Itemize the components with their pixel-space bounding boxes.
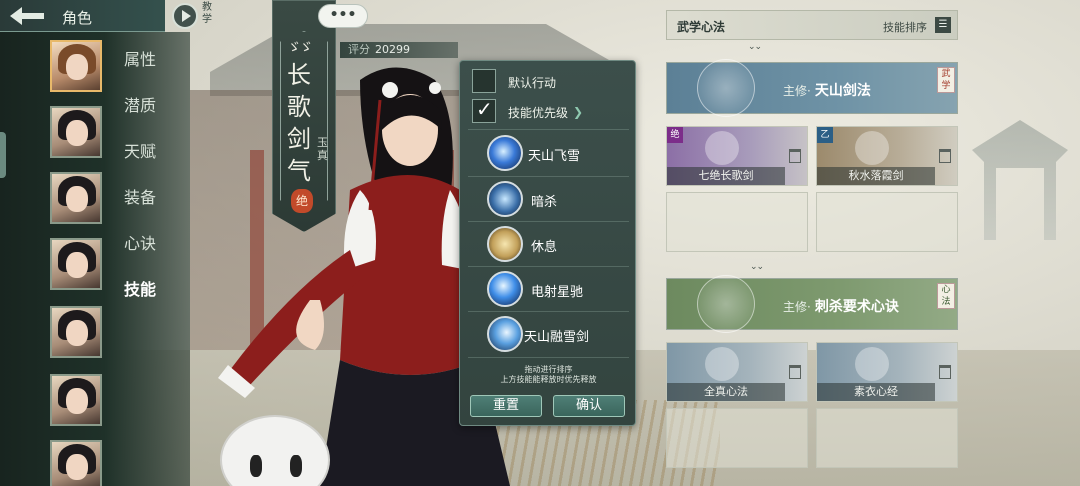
empty-inner-art-slot[interactable] bbox=[666, 408, 808, 468]
character-portrait[interactable] bbox=[50, 106, 102, 158]
swordsman-figure-icon bbox=[855, 131, 889, 165]
tutorial-label: 教学 bbox=[202, 2, 212, 25]
inner-tag: 心法 bbox=[937, 283, 955, 309]
skill-name: 电射星驰 bbox=[531, 285, 584, 300]
martial-arts-title: 武学心法 bbox=[677, 20, 726, 34]
snowman-eye bbox=[250, 455, 262, 477]
rarity-badge: 绝 bbox=[667, 127, 683, 143]
trash-icon[interactable] bbox=[939, 365, 951, 379]
slot-name: 素衣心经 bbox=[817, 383, 935, 401]
rarity-badge: 乙 bbox=[817, 127, 833, 143]
character-portrait[interactable] bbox=[50, 306, 102, 358]
character-school: 玉真 bbox=[317, 136, 328, 162]
skill-priority-checkbox[interactable] bbox=[472, 97, 496, 123]
page-title: 角色 bbox=[62, 9, 93, 27]
empty-sword-art-slot[interactable] bbox=[816, 192, 958, 252]
skill-name: 天山飞雪 bbox=[528, 149, 581, 164]
character-name-banner: ゞゞ 长歌剑气 玉真 绝 bbox=[272, 0, 336, 232]
slot-name: 秋水落霞剑 bbox=[817, 167, 935, 185]
confirm-button[interactable]: 确认 bbox=[553, 395, 625, 417]
main-inner-art-card[interactable]: 主修· 刺杀要术心诀 心法 bbox=[666, 275, 958, 333]
sword-thrust-icon bbox=[487, 135, 523, 171]
martial-tag: 武学 bbox=[937, 67, 955, 93]
skill-name: 暗杀 bbox=[531, 195, 558, 210]
skill-priority-item[interactable]: 休息 bbox=[460, 222, 637, 266]
bird-decoration: ⌄⌄ bbox=[748, 42, 762, 52]
skill-priority-item[interactable]: 天山融雪剑 bbox=[460, 312, 637, 356]
skill-name: 天山融雪剑 bbox=[524, 330, 590, 345]
skill-priority-item[interactable]: 天山飞雪 bbox=[460, 131, 637, 175]
main-sword-art-name: 天山剑法 bbox=[814, 83, 871, 99]
score-bar: 评分 20299 bbox=[340, 42, 458, 58]
swordsman-emblem-icon bbox=[697, 59, 755, 117]
skill-sort-button[interactable]: 技能排序 bbox=[883, 19, 927, 35]
character-portrait[interactable] bbox=[50, 374, 102, 426]
score-value: 20299 bbox=[375, 43, 410, 56]
menu-item-talent[interactable]: 天赋 bbox=[124, 138, 156, 162]
character-portrait[interactable] bbox=[50, 440, 102, 486]
meditation-icon bbox=[487, 226, 523, 262]
main-prefix: 主修· bbox=[783, 84, 811, 98]
trash-icon[interactable] bbox=[789, 149, 801, 163]
character-portrait[interactable] bbox=[50, 238, 102, 290]
chat-bubble-button[interactable]: ••• bbox=[318, 4, 368, 28]
main-sword-art-card[interactable]: 主修· 天山剑法 武学 bbox=[666, 59, 958, 117]
snowman-eye bbox=[290, 455, 302, 477]
inner-art-slot[interactable]: 全真心法 bbox=[666, 342, 808, 402]
skill-priority-label: 技能优先级 bbox=[508, 106, 569, 120]
meditating-figure-icon bbox=[855, 347, 889, 381]
slot-name: 七绝长歌剑 bbox=[667, 167, 785, 185]
character-portrait[interactable] bbox=[50, 40, 102, 92]
martial-arts-header: 武学心法 技能排序 ☰ bbox=[666, 10, 958, 40]
trash-icon[interactable] bbox=[939, 149, 951, 163]
sidebar-collapse-handle[interactable] bbox=[0, 132, 6, 178]
menu-item-mind-formula[interactable]: 心诀 bbox=[124, 230, 156, 254]
slot-name: 全真心法 bbox=[667, 383, 785, 401]
trash-icon[interactable] bbox=[789, 365, 801, 379]
menu-item-skills[interactable]: 技能 bbox=[124, 276, 156, 300]
star-marks: ゞゞ bbox=[287, 40, 313, 56]
swordsman-figure-icon bbox=[705, 131, 739, 165]
default-action-checkbox[interactable] bbox=[472, 69, 496, 93]
main-prefix: 主修· bbox=[783, 300, 811, 314]
sword-art-slot[interactable]: 乙 秋水落霞剑 bbox=[816, 126, 958, 186]
sword-art-slot[interactable]: 绝 七绝长歌剑 bbox=[666, 126, 808, 186]
tutorial-play-icon[interactable] bbox=[172, 3, 198, 29]
character-portrait[interactable] bbox=[50, 172, 102, 224]
empty-sword-art-slot[interactable] bbox=[666, 192, 808, 252]
sort-list-icon[interactable]: ☰ bbox=[935, 17, 951, 33]
character-name: 长歌剑气 bbox=[287, 61, 311, 185]
score-label: 评分 bbox=[348, 43, 370, 56]
empty-inner-art-slot[interactable] bbox=[816, 408, 958, 468]
drag-sort-hint: 拖动进行排序 上方技能能释放时优先释放 bbox=[500, 365, 597, 384]
skill-name: 休息 bbox=[531, 240, 558, 255]
skill-priority-item[interactable]: 电射星驰 bbox=[460, 267, 637, 311]
chevron-right-icon[interactable]: ❯ bbox=[573, 105, 583, 119]
ice-sword-icon bbox=[487, 316, 523, 352]
menu-item-equipment[interactable]: 装备 bbox=[124, 184, 156, 208]
skill-priority-item[interactable]: 暗杀 bbox=[460, 177, 637, 221]
lightning-icon bbox=[487, 271, 523, 307]
skill-priority-popup: 默认行动 技能优先级 ❯ 天山飞雪 暗杀 休息 电射星驰 天山融雪剑 拖动进行排… bbox=[459, 60, 636, 426]
menu-item-potential[interactable]: 潜质 bbox=[124, 92, 156, 116]
main-inner-art-name: 刺杀要术心诀 bbox=[814, 299, 899, 315]
top-bar: 角色 bbox=[0, 0, 165, 32]
reset-button[interactable]: 重置 bbox=[470, 395, 542, 417]
monk-emblem-icon bbox=[697, 275, 755, 333]
meditating-figure-icon bbox=[705, 347, 739, 381]
back-arrow-icon[interactable] bbox=[6, 4, 48, 28]
whirlwind-icon bbox=[487, 181, 523, 217]
menu-item-attributes[interactable]: 属性 bbox=[124, 46, 156, 70]
bird-decoration: ⌄⌄ bbox=[750, 262, 764, 272]
default-action-label: 默认行动 bbox=[508, 76, 557, 90]
rarity-seal: 绝 bbox=[291, 189, 313, 213]
inner-art-slot[interactable]: 素衣心经 bbox=[816, 342, 958, 402]
